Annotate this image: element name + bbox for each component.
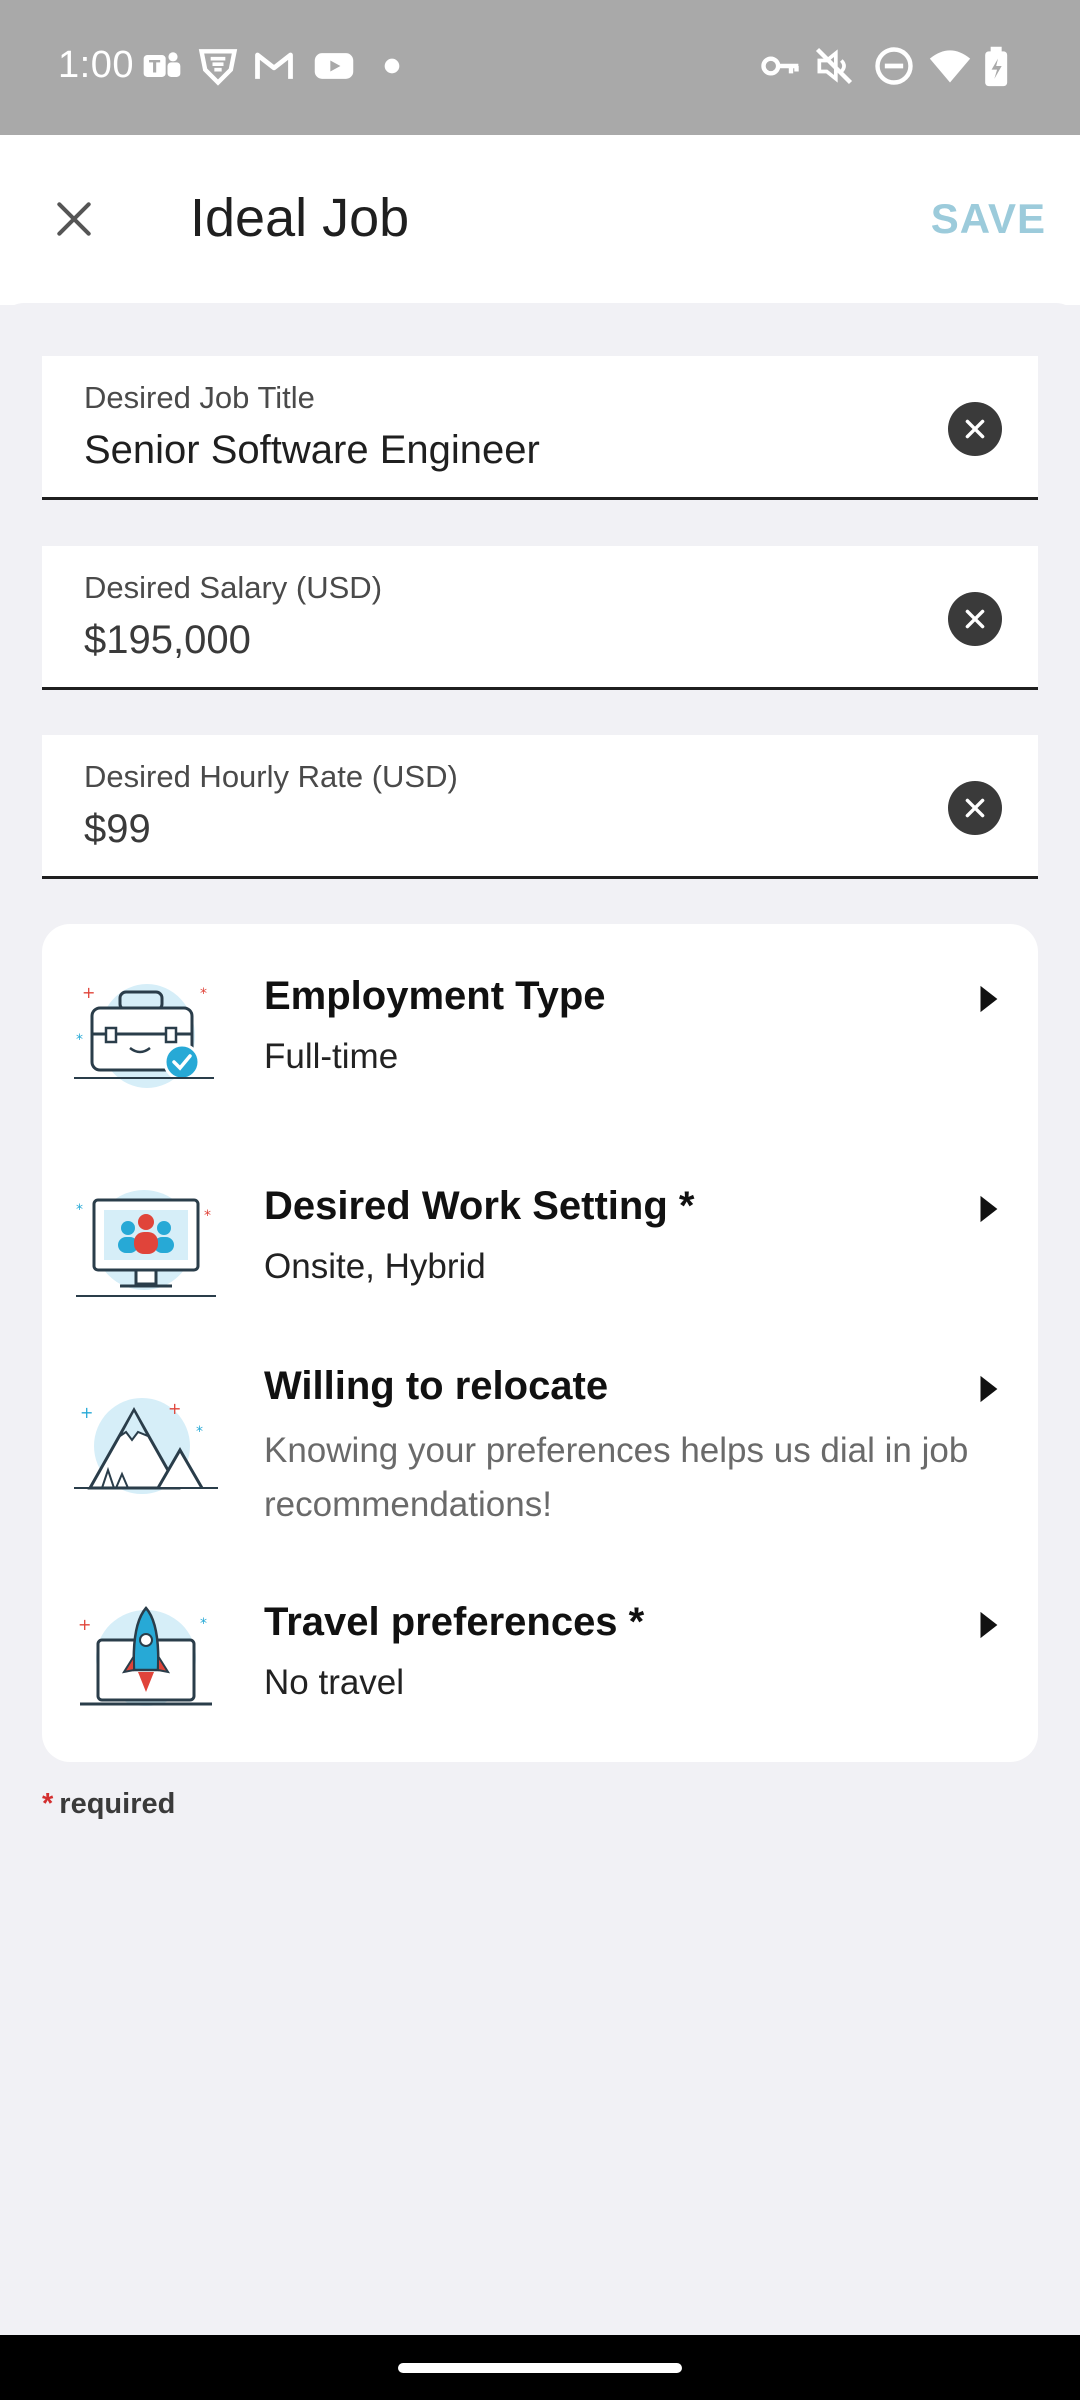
svg-text:+: + (80, 1403, 93, 1422)
hourly-rate-input[interactable]: $99 (84, 807, 151, 852)
svg-text:+: + (168, 1399, 181, 1418)
mountain-icon: + + * (74, 1398, 218, 1494)
svg-text:+: + (78, 1615, 91, 1634)
employment-type-row[interactable]: + * * Employment Type Full-time (42, 964, 1038, 1134)
status-bar: 1:00 T (0, 0, 1080, 135)
navigation-bar (0, 2335, 1080, 2400)
clear-icon (965, 609, 985, 629)
travel-row[interactable]: + * Travel preferences * No travel (42, 1600, 1038, 1740)
job-title-input[interactable]: Senior Software Engineer (84, 428, 540, 473)
relocate-hint: Knowing your preferences helps us dial i… (264, 1431, 969, 1524)
clear-icon (965, 798, 985, 818)
battery-icon (985, 46, 1008, 87)
svg-text:T: T (149, 57, 161, 76)
mute-icon (815, 47, 853, 85)
teams-icon: T (143, 52, 181, 77)
preferences-card: + * * Employment Type Full-time * * Desi… (42, 924, 1038, 1762)
app-bar: Ideal Job SAVE (0, 135, 1080, 305)
relocate-row[interactable]: + + * Willing to relocate Knowing your p… (42, 1364, 1038, 1564)
chevron-right-icon (980, 1611, 998, 1639)
youtube-icon (314, 53, 354, 79)
chevron-right-icon (980, 1375, 998, 1403)
status-time: 1:00 (58, 44, 134, 86)
close-icon (57, 202, 91, 236)
chevron-right-icon (980, 985, 998, 1013)
svg-text:*: * (200, 1616, 207, 1632)
key-icon (761, 56, 799, 76)
hourly-rate-label: Desired Hourly Rate (USD) (84, 759, 458, 794)
gmail-icon (255, 52, 293, 79)
svg-text:*: * (200, 986, 207, 1002)
svg-text:*: * (76, 1032, 83, 1048)
travel-title: Travel preferences * (264, 1600, 645, 1644)
travel-value: No travel (264, 1663, 405, 1702)
svg-text:*: * (204, 1208, 211, 1224)
clear-salary-button[interactable] (948, 592, 1002, 646)
salary-input[interactable]: $195,000 (84, 618, 251, 663)
employment-type-value: Full-time (264, 1037, 399, 1076)
rocket-laptop-icon: + * (78, 1606, 212, 1706)
monitor-team-icon: * * (76, 1190, 216, 1297)
dnd-icon (875, 47, 913, 85)
job-title-field[interactable]: Desired Job Title Senior Software Engine… (42, 356, 1038, 500)
work-setting-value: Onsite, Hybrid (264, 1247, 486, 1286)
svg-text:+: + (82, 983, 95, 1002)
job-title-label: Desired Job Title (84, 380, 315, 415)
svg-text:*: * (196, 1424, 203, 1440)
close-button[interactable] (40, 185, 108, 253)
work-setting-row[interactable]: * * Desired Work Setting * Onsite, Hybri… (42, 1174, 1038, 1344)
clear-icon (965, 419, 985, 439)
wifi-icon (929, 50, 971, 83)
salary-label: Desired Salary (USD) (84, 570, 383, 605)
salary-field[interactable]: Desired Salary (USD) $195,000 (42, 546, 1038, 690)
relocate-title: Willing to relocate (264, 1364, 609, 1408)
dot-icon (384, 58, 400, 74)
home-gesture-handle[interactable] (398, 2363, 682, 2373)
hourly-rate-field[interactable]: Desired Hourly Rate (USD) $99 (42, 735, 1038, 879)
employment-type-title: Employment Type (264, 974, 606, 1018)
required-text: required (59, 1788, 176, 1820)
clear-hourly-rate-button[interactable] (948, 781, 1002, 835)
save-button[interactable]: SAVE (931, 195, 1046, 243)
vpn-shield-icon (198, 49, 238, 86)
chevron-right-icon (980, 1195, 998, 1223)
work-setting-title: Desired Work Setting * (264, 1184, 695, 1228)
required-note: * required (42, 1788, 175, 1821)
required-star: * (42, 1788, 54, 1820)
page-title: Ideal Job (190, 188, 410, 248)
briefcase-icon: + * * (74, 983, 214, 1088)
clear-job-title-button[interactable] (948, 402, 1002, 456)
svg-text:*: * (76, 1202, 83, 1218)
